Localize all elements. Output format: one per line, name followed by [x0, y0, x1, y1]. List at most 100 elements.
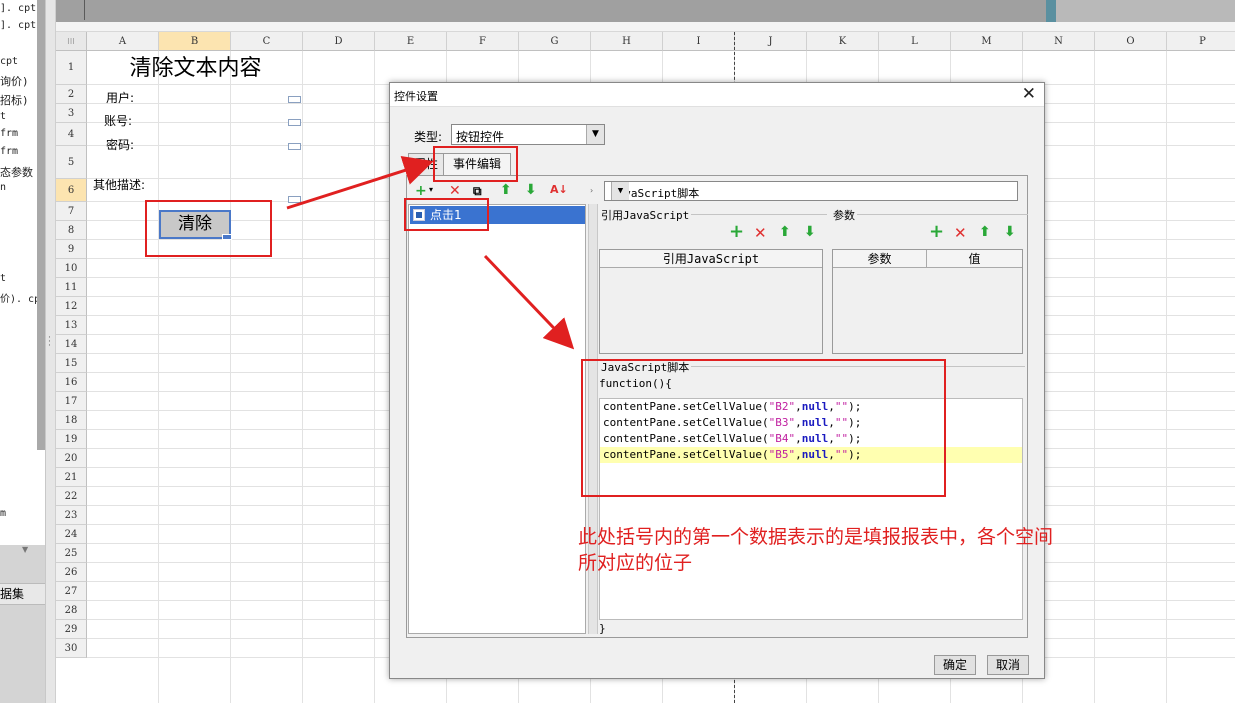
row-header[interactable]: 2	[56, 85, 87, 104]
row-header[interactable]: 9	[56, 240, 87, 259]
row-header[interactable]: 16	[56, 373, 87, 392]
script-type-select[interactable]: JavaScript脚本 ▼	[604, 181, 1018, 201]
row-header[interactable]: 28	[56, 601, 87, 620]
row-header[interactable]: 6	[56, 179, 87, 202]
row-header[interactable]: 24	[56, 525, 87, 544]
row-header[interactable]: 23	[56, 506, 87, 525]
explorer-item[interactable]: m	[0, 508, 6, 519]
textbox-widget-icon[interactable]	[288, 96, 301, 103]
add-ref-icon[interactable]: +	[729, 223, 744, 241]
row-header[interactable]: 15	[56, 354, 87, 373]
explorer-item[interactable]: t	[0, 111, 6, 122]
column-header[interactable]: I	[663, 32, 735, 51]
password-widget-icon[interactable]	[288, 143, 301, 150]
chevron-down-icon[interactable]: ▼	[586, 125, 604, 144]
explorer-scrollbar[interactable]	[37, 0, 45, 450]
ok-button[interactable]: 确定	[934, 655, 976, 675]
expand-arrow-icon[interactable]: ›	[590, 186, 593, 195]
column-header[interactable]: D	[303, 32, 375, 51]
column-header[interactable]: O	[1095, 32, 1167, 51]
delete-ref-icon[interactable]: ✕	[754, 225, 767, 241]
column-header[interactable]: L	[879, 32, 951, 51]
column-header[interactable]: E	[375, 32, 447, 51]
column-header[interactable]: F	[447, 32, 519, 51]
explorer-item[interactable]: frm	[0, 128, 18, 139]
explorer-item[interactable]: cpt	[0, 56, 18, 67]
select-all-corner[interactable]: ⁝⁝⁝	[56, 32, 87, 51]
close-icon[interactable]: ✕	[1022, 84, 1036, 104]
add-param-icon[interactable]: +	[929, 223, 944, 241]
explorer-item[interactable]: t	[0, 273, 6, 284]
row-header[interactable]: 10	[56, 259, 87, 278]
row-header[interactable]: 12	[56, 297, 87, 316]
row-header[interactable]: 13	[56, 316, 87, 335]
explorer-item[interactable]: 询价)	[0, 73, 29, 89]
params-table[interactable]: 参数 值	[832, 249, 1023, 354]
row-header[interactable]: 19	[56, 430, 87, 449]
explorer-item[interactable]: 态参数	[0, 164, 33, 180]
add-event-icon[interactable]: +	[415, 183, 427, 199]
row-header[interactable]: 7	[56, 202, 87, 221]
column-header[interactable]: N	[1023, 32, 1095, 51]
row-header[interactable]: 5	[56, 146, 87, 179]
other-desc-label[interactable]: 其他描述:	[93, 176, 145, 193]
row-header[interactable]: 20	[56, 449, 87, 468]
column-header[interactable]: A	[87, 32, 159, 51]
textarea-widget-icon[interactable]	[288, 196, 301, 203]
ref-up-icon[interactable]: ⬆	[779, 224, 791, 240]
chevron-down-icon[interactable]: ▼	[611, 182, 629, 200]
column-header[interactable]: K	[807, 32, 879, 51]
row-header[interactable]: 1	[56, 51, 87, 85]
ref-js-table[interactable]: 引用JavaScript	[599, 249, 823, 354]
column-header[interactable]: C	[231, 32, 303, 51]
explorer-item[interactable]: 招标)	[0, 92, 29, 108]
column-header[interactable]: M	[951, 32, 1023, 51]
row-header[interactable]: 18	[56, 411, 87, 430]
column-header[interactable]: P	[1167, 32, 1235, 51]
delete-icon[interactable]: ✕	[449, 183, 461, 199]
explorer-item[interactable]: ]. cpt	[0, 3, 36, 14]
column-header[interactable]: J	[735, 32, 807, 51]
add-dropdown-icon[interactable]: ▾	[429, 185, 433, 194]
row-header[interactable]: 25	[56, 544, 87, 563]
explorer-item[interactable]: frm	[0, 146, 18, 157]
row-header[interactable]: 17	[56, 392, 87, 411]
move-down-icon[interactable]: ⬇	[525, 182, 537, 198]
account-label[interactable]: 账号:	[104, 112, 132, 129]
row-header[interactable]: 8	[56, 221, 87, 240]
row-header[interactable]: 26	[56, 563, 87, 582]
explorer-item[interactable]: n	[0, 182, 6, 193]
column-header[interactable]: B	[159, 32, 231, 51]
column-header[interactable]: G	[519, 32, 591, 51]
sheet-title[interactable]: 清除文本内容	[88, 52, 303, 85]
row-header[interactable]: 27	[56, 582, 87, 601]
delete-param-icon[interactable]: ✕	[954, 225, 967, 241]
row-header[interactable]: 21	[56, 468, 87, 487]
row-header[interactable]: 3	[56, 104, 87, 123]
user-label[interactable]: 用户:	[106, 89, 134, 106]
column-header[interactable]: H	[591, 32, 663, 51]
textbox-widget-icon[interactable]	[288, 119, 301, 126]
collapse-arrow-icon[interactable]: ▼	[22, 545, 28, 554]
type-select[interactable]: 按钮控件 ▼	[451, 124, 605, 145]
grid-line	[230, 51, 231, 703]
row-header[interactable]: 30	[56, 639, 87, 658]
row-header[interactable]: 22	[56, 487, 87, 506]
explorer-item[interactable]: ]. cpt	[0, 20, 36, 31]
ref-down-icon[interactable]: ⬇	[804, 224, 816, 240]
row-header[interactable]: 11	[56, 278, 87, 297]
event-list[interactable]: 点击1	[408, 204, 586, 634]
cancel-button[interactable]: 取消	[987, 655, 1029, 675]
row-header[interactable]: 14	[56, 335, 87, 354]
row-header[interactable]: 29	[56, 620, 87, 639]
sort-icon[interactable]: A↓	[550, 182, 568, 198]
row-header[interactable]: 4	[56, 123, 87, 146]
password-label[interactable]: 密码:	[106, 136, 134, 153]
param-down-icon[interactable]: ⬇	[1004, 224, 1016, 240]
move-up-icon[interactable]: ⬆	[500, 182, 512, 198]
copy-icon[interactable]: ⧉	[473, 183, 482, 199]
panel-splitter[interactable]: · · ·	[46, 0, 56, 703]
param-up-icon[interactable]: ⬆	[979, 224, 991, 240]
dataset-tab[interactable]: 据集	[0, 583, 45, 605]
explorer-item[interactable]: 价). cp	[0, 290, 40, 305]
